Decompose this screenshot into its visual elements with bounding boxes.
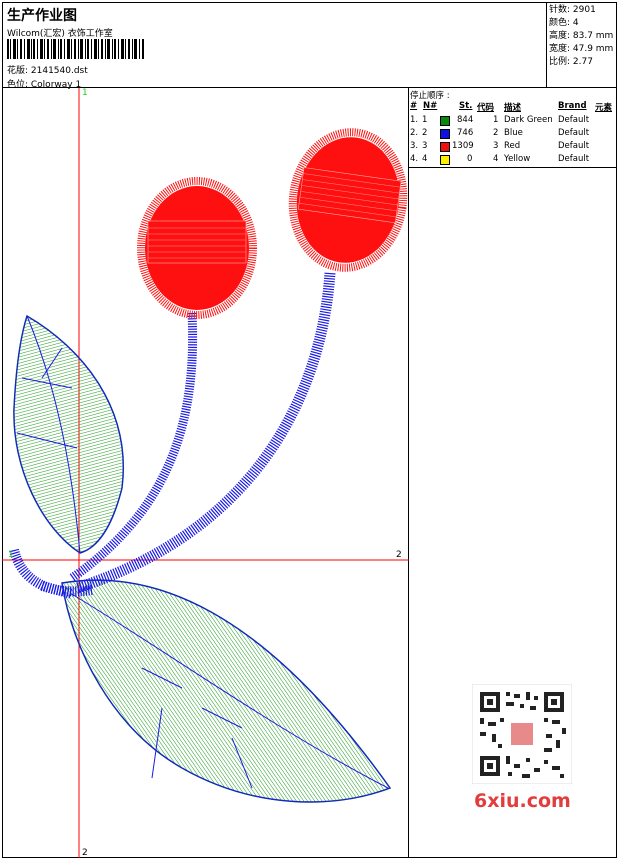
design-scale: 比例: 2.77 bbox=[549, 57, 593, 67]
table-header: # N# St. 代码 描述 Brand 元素 bbox=[409, 101, 617, 113]
pattern-name: 花版: 2141540.dst bbox=[7, 66, 88, 76]
col-needle: N# bbox=[423, 101, 438, 111]
row-stitches: 0 bbox=[467, 154, 473, 164]
row-brand: Default bbox=[558, 141, 590, 151]
row-num: 4. bbox=[410, 154, 419, 164]
table-row: 3. 3 1309 3 Red Default bbox=[409, 141, 617, 153]
row-needle: 2 bbox=[422, 128, 428, 138]
header-panel: 生产作业图 Wilcom(汇宏) 衣饰工作室 花版: 2141540.dst 色… bbox=[2, 2, 547, 90]
barcode bbox=[7, 39, 144, 59]
row-desc: Blue bbox=[504, 128, 523, 138]
row-num: 2. bbox=[410, 128, 419, 138]
row-code: 3 bbox=[493, 141, 499, 151]
row-stitches: 1309 bbox=[452, 141, 474, 151]
axis-label-bottom: 2 bbox=[82, 848, 88, 858]
left-berry bbox=[137, 177, 257, 319]
row-needle: 3 bbox=[422, 141, 428, 151]
col-brand: Brand bbox=[558, 101, 587, 111]
lower-leaf bbox=[61, 579, 392, 803]
row-brand: Default bbox=[558, 128, 590, 138]
stitch-count: 针数: 2901 bbox=[549, 5, 596, 15]
design-stats: 针数: 2901 颜色: 4 高度: 83.7 mm 宽度: 47.9 mm 比… bbox=[547, 2, 617, 88]
row-code: 1 bbox=[493, 115, 499, 125]
col-code: 代码 bbox=[477, 103, 495, 113]
row-num: 3. bbox=[410, 141, 419, 151]
stop-sequence-table: 停止顺序 : # N# St. 代码 描述 Brand 元素 1. 1 844 … bbox=[409, 88, 617, 168]
embroidery-design bbox=[2, 88, 409, 858]
row-stitches: 844 bbox=[457, 115, 474, 125]
col-stitches: St. bbox=[459, 101, 473, 111]
col-element: 元素 bbox=[595, 103, 613, 113]
color-swatch bbox=[440, 142, 450, 152]
table-row: 2. 2 746 2 Blue Default bbox=[409, 128, 617, 140]
design-width: 宽度: 47.9 mm bbox=[549, 44, 614, 54]
watermark-text: 6xiu.com bbox=[474, 790, 571, 812]
row-brand: Default bbox=[558, 154, 590, 164]
design-height: 高度: 83.7 mm bbox=[549, 31, 614, 41]
table-row: 1. 1 844 1 Dark Green Default bbox=[409, 115, 617, 127]
row-brand: Default bbox=[558, 115, 590, 125]
color-swatch bbox=[440, 155, 450, 165]
axis-label-top: 1 bbox=[82, 88, 88, 98]
col-desc: 描述 bbox=[504, 103, 522, 113]
row-desc: Dark Green bbox=[504, 115, 553, 125]
table-row: 4. 4 0 4 Yellow Default bbox=[409, 154, 617, 166]
axis-label-right: 2 bbox=[396, 550, 402, 560]
color-count: 颜色: 4 bbox=[549, 18, 579, 28]
row-stitches: 746 bbox=[457, 128, 474, 138]
row-desc: Red bbox=[504, 141, 521, 151]
row-num: 1. bbox=[410, 115, 419, 125]
qr-code bbox=[472, 684, 572, 784]
page-title: 生产作业图 bbox=[7, 8, 77, 24]
row-needle: 4 bbox=[422, 154, 428, 164]
row-code: 4 bbox=[493, 154, 499, 164]
design-canvas[interactable]: 1 2 2 1 bbox=[2, 88, 409, 858]
color-swatch bbox=[440, 116, 450, 126]
row-code: 2 bbox=[493, 128, 499, 138]
row-needle: 1 bbox=[422, 115, 428, 125]
col-num: # bbox=[410, 101, 418, 111]
company-name: Wilcom(汇宏) 衣饰工作室 bbox=[7, 29, 113, 39]
upper-leaf bbox=[13, 314, 124, 554]
right-berry bbox=[288, 128, 408, 272]
stop-sequence-title: 停止顺序 : bbox=[410, 91, 450, 101]
axis-label-left: 1 bbox=[8, 550, 14, 560]
color-swatch bbox=[440, 129, 450, 139]
row-desc: Yellow bbox=[504, 154, 531, 164]
